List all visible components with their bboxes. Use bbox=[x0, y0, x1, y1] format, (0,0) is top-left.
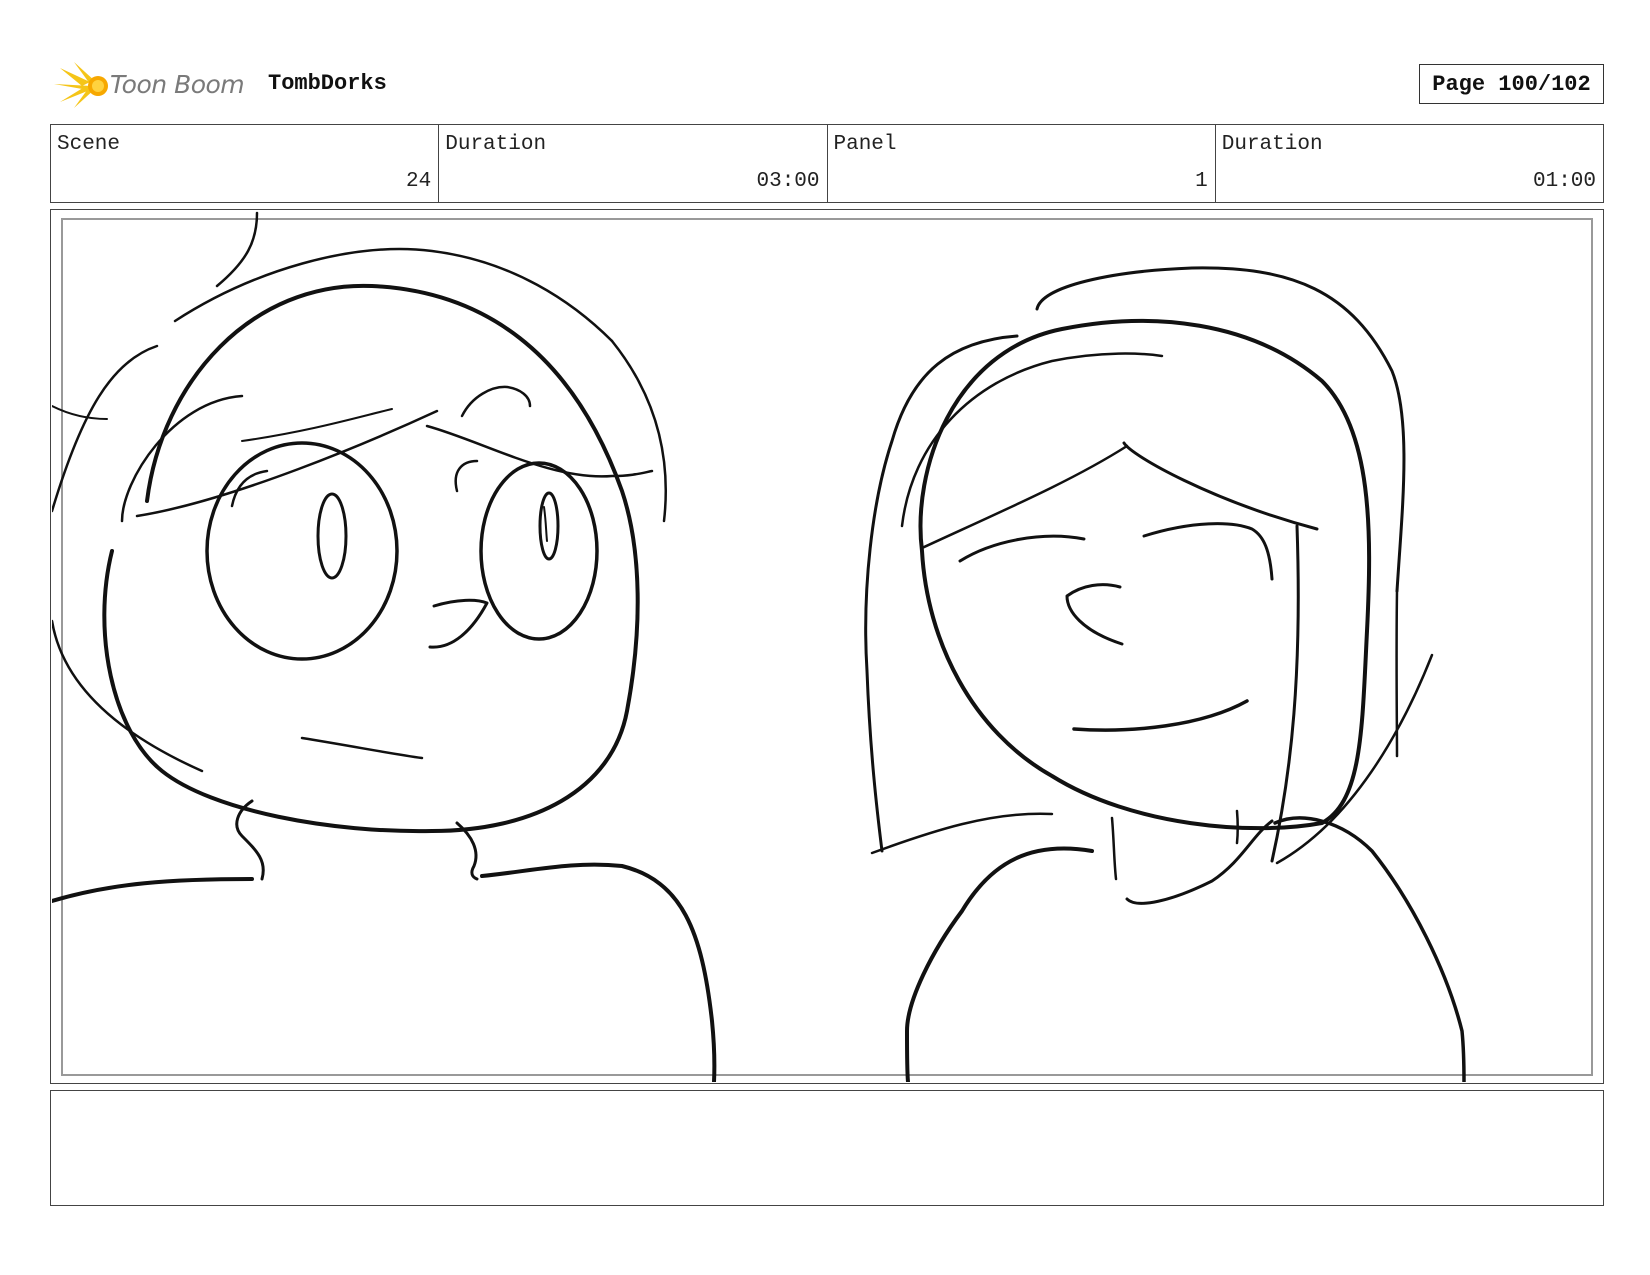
panel-notes-box bbox=[50, 1090, 1604, 1206]
panel-label: Panel bbox=[833, 133, 897, 156]
scene-label: Scene bbox=[57, 133, 121, 156]
panel-cell: Panel 1 bbox=[828, 125, 1216, 202]
scene-duration-label: Duration bbox=[445, 133, 547, 156]
panel-duration-value: 01:00 bbox=[1532, 170, 1596, 193]
project-title: TombDorks bbox=[268, 71, 387, 96]
scene-info-table: Scene 24 Duration 03:00 Panel 1 Duration… bbox=[50, 124, 1604, 203]
scene-value: 24 bbox=[406, 170, 432, 193]
panel-duration-cell: Duration 01:00 bbox=[1216, 125, 1603, 202]
panel-duration-label: Duration bbox=[1221, 133, 1323, 156]
page-indicator: Page 100/102 bbox=[1419, 64, 1604, 104]
panel-value: 1 bbox=[1195, 170, 1208, 193]
scene-cell: Scene 24 bbox=[51, 125, 440, 202]
storyboard-sketch bbox=[52, 211, 1466, 1082]
scene-duration-value: 03:00 bbox=[756, 170, 820, 193]
logo-text: Toon Boom bbox=[110, 70, 245, 99]
scene-duration-cell: Duration 03:00 bbox=[439, 125, 828, 202]
right-character-sketch bbox=[864, 266, 1466, 1082]
left-character-sketch bbox=[52, 211, 717, 1082]
